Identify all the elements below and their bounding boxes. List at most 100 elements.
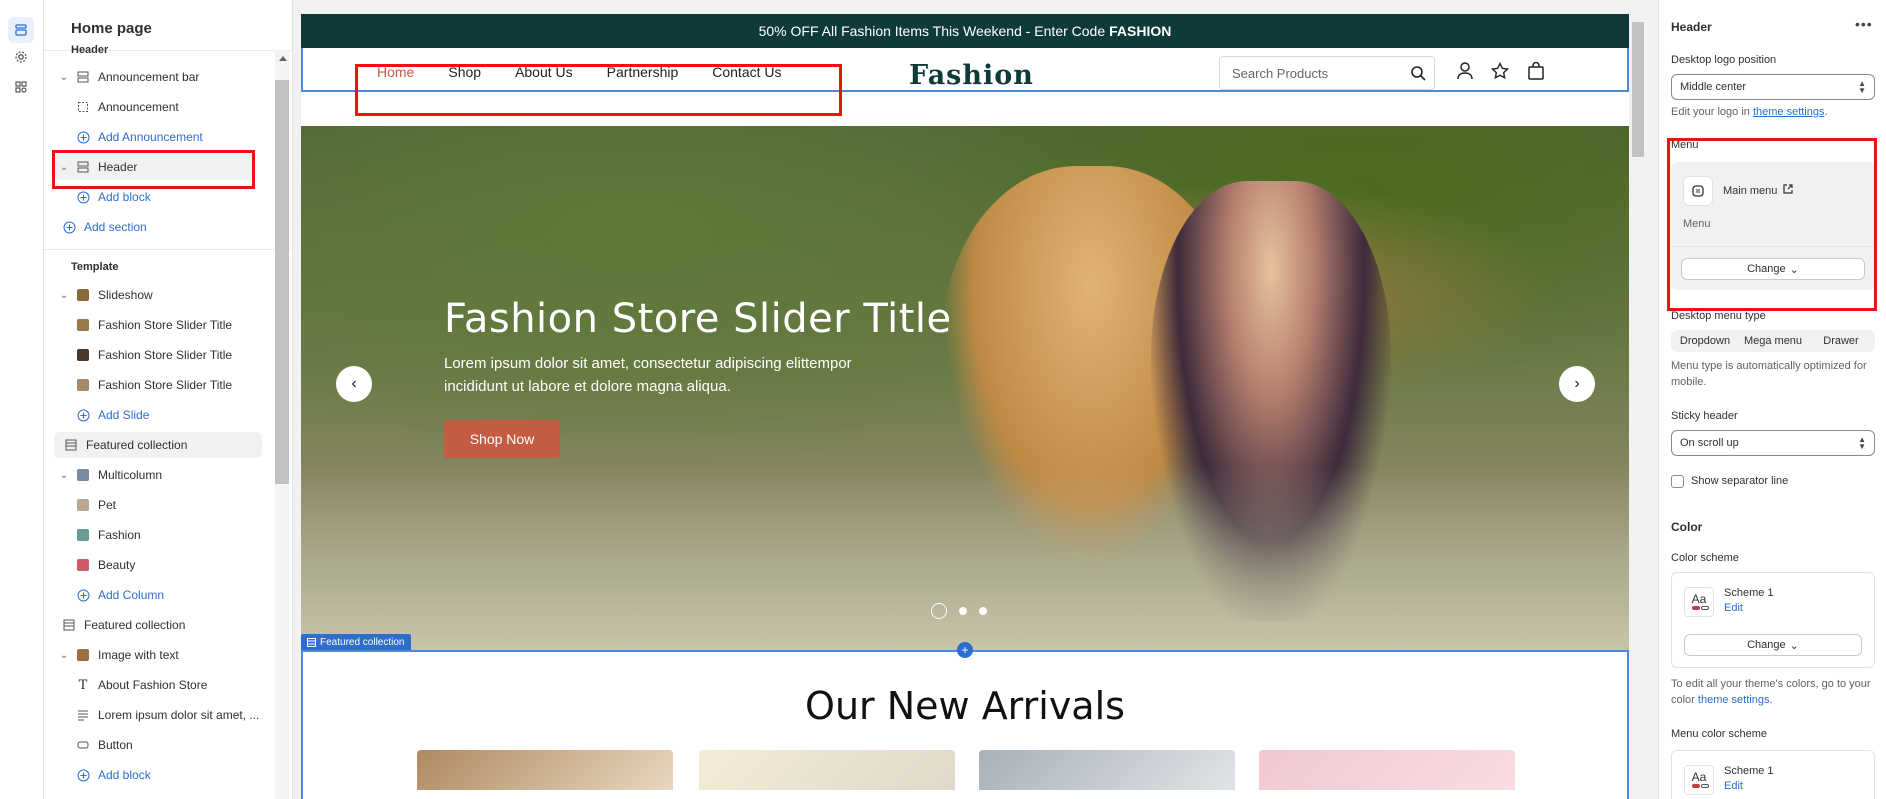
hero-text: Lorem ipsum dolor sit amet, consectetur … xyxy=(444,355,852,395)
section-image-with-text[interactable]: ⌄ Image with text xyxy=(44,642,264,668)
preview-scroll-thumb[interactable] xyxy=(1632,22,1644,157)
block-lorem-text[interactable]: Lorem ipsum dolor sit amet, ... xyxy=(44,702,264,728)
product-card[interactable] xyxy=(979,750,1235,790)
block-column-beauty[interactable]: Beauty xyxy=(44,552,264,578)
chevron-down-icon[interactable]: ⌄ xyxy=(58,290,70,301)
product-card[interactable] xyxy=(699,750,955,790)
header-group-label: Header xyxy=(71,44,109,56)
logo-position-select[interactable]: Middle center ▲ ▼ xyxy=(1671,74,1875,100)
chevron-down-icon[interactable]: ⌄ xyxy=(58,162,70,173)
chevron-left-icon[interactable]: ‹ xyxy=(336,366,372,402)
slide-dot-2[interactable] xyxy=(959,607,967,615)
apps-icon[interactable] xyxy=(8,74,34,100)
menu-label: Menu xyxy=(1671,139,1699,151)
color-scheme-label: Color scheme xyxy=(1671,552,1739,564)
section-header[interactable]: ⌄ Header xyxy=(54,154,254,180)
product-card[interactable] xyxy=(1259,750,1515,790)
add-section-plus-icon[interactable]: + xyxy=(957,642,973,658)
sticky-header-select[interactable]: On scroll up ▲ ▼ xyxy=(1671,430,1875,456)
section-slideshow[interactable]: ⌄ Slideshow xyxy=(44,282,264,308)
menu-type-dropdown[interactable]: Dropdown xyxy=(1671,330,1739,352)
add-block-button[interactable]: Add block xyxy=(44,762,264,788)
hero-title: Fashion Store Slider Title xyxy=(444,296,952,342)
chevron-down-icon: ⌄ xyxy=(1789,639,1799,652)
select-arrows-icon: ▲ ▼ xyxy=(1858,435,1866,451)
menu-type-label: Desktop menu type xyxy=(1671,310,1766,322)
block-slide-1[interactable]: Fashion Store Slider Title xyxy=(44,312,264,338)
add-slide-button[interactable]: Add Slide xyxy=(44,402,264,428)
scheme-change-button[interactable]: Change ⌄ xyxy=(1684,634,1862,656)
menu-scheme-edit-link[interactable]: Edit xyxy=(1724,780,1743,792)
template-group-label: Template xyxy=(71,261,119,273)
menu-type-drawer[interactable]: Drawer xyxy=(1807,330,1875,352)
settings-panel: Header ••• Desktop logo position Middle … xyxy=(1658,0,1886,799)
star-icon[interactable] xyxy=(1490,61,1510,83)
nav-partnership[interactable]: Partnership xyxy=(607,64,679,80)
scroll-up-icon[interactable] xyxy=(279,56,287,61)
add-block-button[interactable]: Add block xyxy=(44,184,264,210)
block-about-store[interactable]: T About Fashion Store xyxy=(44,672,264,698)
section-featured-collection-1[interactable]: Featured collection xyxy=(54,432,262,458)
featured-collection-section[interactable]: Our New Arrivals xyxy=(301,650,1629,799)
scheme-swatch[interactable]: Aa xyxy=(1684,587,1714,617)
featured-collection-tag[interactable]: Featured collection xyxy=(301,634,411,650)
chevron-down-icon[interactable]: ⌄ xyxy=(58,72,70,83)
announcement-bar[interactable]: 50% OFF All Fashion Items This Weekend -… xyxy=(301,14,1629,48)
cart-icon[interactable] xyxy=(1527,61,1545,83)
slide-dot-1[interactable] xyxy=(931,603,947,619)
image-thumbnail xyxy=(76,498,90,512)
menu-scheme-swatch[interactable]: Aa xyxy=(1684,765,1714,795)
block-column-fashion[interactable]: Fashion xyxy=(44,522,264,548)
add-column-button[interactable]: Add Column xyxy=(44,582,264,608)
search-icon[interactable] xyxy=(1410,65,1426,84)
color-theme-settings-link[interactable]: theme settings xyxy=(1698,694,1770,706)
text-icon: T xyxy=(78,677,88,693)
image-thumbnail xyxy=(76,558,90,572)
main-nav: Home Shop About Us Partnership Contact U… xyxy=(377,64,816,80)
block-column-pet[interactable]: Pet xyxy=(44,492,264,518)
separator-checkbox[interactable] xyxy=(1671,475,1684,488)
add-announcement-button[interactable]: Add Announcement xyxy=(44,124,264,150)
main-menu-link[interactable]: Main menu xyxy=(1723,184,1794,197)
more-icon[interactable]: ••• xyxy=(1855,16,1873,32)
search-box[interactable] xyxy=(1219,56,1435,90)
page-title: Home page xyxy=(71,20,152,37)
arrivals-title: Our New Arrivals xyxy=(805,684,1125,728)
add-section-button[interactable]: Add section xyxy=(44,214,264,240)
nav-home[interactable]: Home xyxy=(377,64,414,80)
chevron-right-icon[interactable]: › xyxy=(1559,366,1595,402)
store-logo[interactable]: Fashion xyxy=(909,60,1034,91)
block-slide-3[interactable]: Fashion Store Slider Title xyxy=(44,372,264,398)
hero-slideshow[interactable]: Fashion Store Slider Title Lorem ipsum d… xyxy=(301,126,1629,650)
chevron-down-icon[interactable]: ⌄ xyxy=(58,470,70,481)
color-help: To edit all your theme's colors, go to y… xyxy=(1671,678,1871,706)
block-announcement[interactable]: Announcement xyxy=(44,94,264,120)
gear-icon[interactable] xyxy=(8,44,34,70)
scheme-name: Scheme 1 xyxy=(1724,587,1774,599)
shop-now-button[interactable]: Shop Now xyxy=(444,420,560,458)
menu-type-help: Menu type is automatically optimized for… xyxy=(1671,360,1867,388)
section-multicolumn[interactable]: ⌄ Multicolumn xyxy=(44,462,264,488)
search-input[interactable] xyxy=(1232,66,1392,81)
nav-contact[interactable]: Contact Us xyxy=(712,64,781,80)
block-button[interactable]: Button xyxy=(44,732,264,758)
menu-type-mega[interactable]: Mega menu xyxy=(1739,330,1807,352)
nav-about[interactable]: About Us xyxy=(515,64,573,80)
store-preview: 50% OFF All Fashion Items This Weekend -… xyxy=(301,14,1629,799)
sidebar-scroll-thumb[interactable] xyxy=(275,80,289,484)
product-card[interactable] xyxy=(417,750,673,790)
collection-icon xyxy=(62,618,76,632)
block-slide-2[interactable]: Fashion Store Slider Title xyxy=(44,342,264,368)
nav-shop[interactable]: Shop xyxy=(448,64,481,80)
section-featured-collection-2[interactable]: Featured collection xyxy=(44,612,264,638)
section-announcement-bar[interactable]: ⌄ Announcement bar xyxy=(44,64,264,90)
menu-change-button[interactable]: Change ⌄ xyxy=(1681,258,1865,280)
scheme-edit-link[interactable]: Edit xyxy=(1724,602,1743,614)
sticky-header-label: Sticky header xyxy=(1671,410,1738,422)
chevron-down-icon[interactable]: ⌄ xyxy=(58,650,70,661)
account-icon[interactable] xyxy=(1457,62,1473,83)
sections-icon[interactable] xyxy=(8,17,34,43)
store-header[interactable]: Home Shop About Us Partnership Contact U… xyxy=(301,48,1629,92)
slide-dot-3[interactable] xyxy=(979,607,987,615)
theme-settings-link[interactable]: theme settings xyxy=(1753,106,1825,118)
